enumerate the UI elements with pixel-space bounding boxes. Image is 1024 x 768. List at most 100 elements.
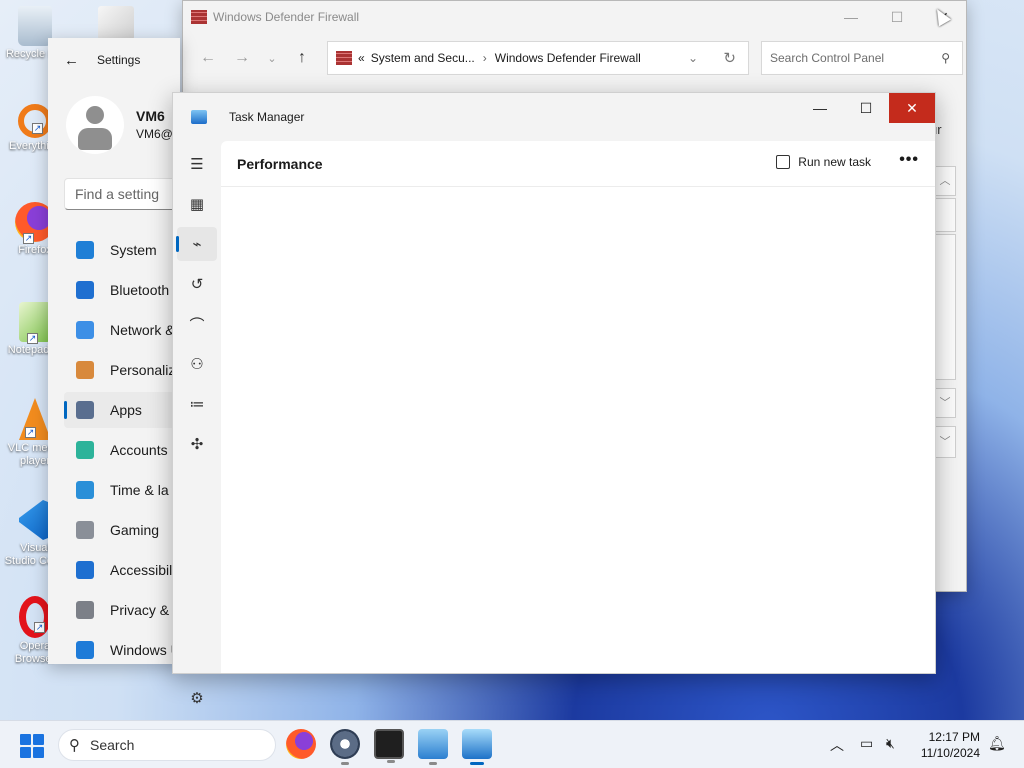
chevron-down-icon[interactable]: ﹀ (934, 426, 956, 458)
settings-nav-label: Privacy & s (110, 602, 180, 618)
user-name: VM6 (136, 108, 165, 124)
performance-nav-button[interactable]: ⌁ (176, 227, 217, 261)
shield-icon (76, 601, 94, 619)
vlc-icon: ↗ (19, 398, 51, 440)
chevron-down-icon[interactable]: ﹀ (934, 388, 956, 418)
find-setting-input[interactable]: Find a setting (64, 178, 180, 210)
shortcut-arrow-icon: ↗ (23, 233, 34, 244)
hamburger-menu-icon: ☰ (190, 156, 204, 173)
up-arrow-icon[interactable]: ↑ (285, 49, 319, 67)
settings-nav-label: Apps (110, 402, 142, 418)
taskbar-control-panel[interactable] (418, 729, 448, 765)
taskbar-settings[interactable] (330, 729, 360, 765)
start-button[interactable] (20, 734, 44, 758)
breadcrumb-firewall[interactable]: Windows Defender Firewall (495, 51, 641, 65)
back-arrow-icon[interactable]: ← (191, 49, 225, 67)
running-indicator (429, 762, 437, 765)
services-icon: ✣ (190, 436, 204, 453)
more-options-button[interactable]: ••• (899, 151, 919, 169)
forward-arrow-icon[interactable]: → (225, 49, 259, 67)
details-nav-button[interactable]: ≔ (177, 387, 217, 421)
users-nav-button[interactable]: ⚇ (177, 347, 217, 381)
taskbar-task-manager[interactable] (462, 729, 492, 765)
startup-apps-nav-button[interactable]: ⌒ (177, 307, 217, 341)
running-indicator (341, 762, 349, 765)
page-title: Performance (237, 155, 323, 172)
task-manager-icon (191, 110, 207, 124)
time-language-icon (76, 481, 94, 499)
settings-nav-item[interactable]: Gaming (64, 512, 180, 548)
shortcut-arrow-icon: ↗ (27, 333, 38, 344)
services-nav-button[interactable]: ✣ (177, 427, 217, 461)
startup-apps-icon: ⌒ (189, 316, 205, 334)
gaming-icon (76, 521, 94, 539)
settings-window[interactable]: ← Settings VM6 VM6@ Find a setting Syste… (48, 38, 180, 664)
shortcut-arrow-icon: ↗ (32, 123, 43, 134)
shortcut-arrow-icon: ↗ (25, 427, 36, 438)
brush-icon (76, 361, 94, 379)
settings-nav-label: Windows U (110, 642, 180, 658)
clock-date: 11/10/2024 (920, 746, 980, 760)
minimize-button[interactable]: — (828, 1, 874, 33)
back-arrow-icon[interactable]: ← (64, 52, 79, 69)
breadcrumb-system-security[interactable]: System and Secu... (371, 51, 475, 65)
run-new-task-button[interactable]: Run new task (776, 155, 871, 169)
taskbar-search-box[interactable]: ⚲ Search (58, 729, 276, 761)
settings-nav-item[interactable]: System (64, 232, 180, 268)
minimize-button[interactable]: — (797, 93, 843, 123)
settings-gear-icon: ⚙ (190, 690, 204, 707)
settings-nav-label: Time & la (110, 482, 169, 498)
active-indicator (470, 762, 484, 765)
chevron-up-icon[interactable]: ︿ (830, 735, 844, 755)
chevron-down-icon[interactable]: ⌄ (688, 51, 698, 65)
user-head-icon (86, 106, 104, 124)
hamburger-menu-nav-button[interactable]: ☰ (177, 147, 217, 181)
network-icon (76, 321, 94, 339)
clock-time: 12:17 PM (928, 730, 980, 744)
avatar[interactable] (66, 96, 124, 154)
settings-nav-item[interactable]: Personaliza (64, 352, 180, 388)
processes-nav-button[interactable]: ▦ (177, 187, 217, 221)
settings-nav-item[interactable]: Accounts (64, 432, 180, 468)
selection-indicator (64, 401, 67, 419)
settings-nav-label: Gaming (110, 522, 160, 538)
settings-nav-item[interactable]: Privacy & s (64, 592, 180, 628)
settings-titlebar: ← Settings (48, 38, 180, 82)
clock[interactable]: 12:17 PM 11/10/2024 (921, 729, 980, 761)
taskbar-firefox[interactable] (286, 729, 316, 759)
settings-nav-item[interactable]: Bluetooth (64, 272, 180, 308)
system-icon (76, 241, 94, 259)
control-panel-search-input[interactable]: Search Control Panel ⚲ (761, 41, 963, 75)
firewall-panel-edge (934, 198, 956, 232)
chevron-up-icon[interactable]: ︿ (934, 166, 956, 196)
recent-dropdown-icon[interactable]: ⌄ (259, 52, 285, 65)
settings-nav-item[interactable]: Apps (64, 392, 180, 428)
task-manager-window[interactable]: Task Manager — ☐ ✕ ☰ ▦ ⌁ ↺ ⌒ ⚇ ≔ ✣ ⚙ Performance… (172, 92, 936, 707)
user-email: VM6@ (136, 127, 173, 141)
settings-nav-label: Bluetooth (110, 282, 170, 298)
taskbar-terminal[interactable] (374, 729, 404, 763)
settings-nav-item[interactable]: Accessibili (64, 552, 180, 588)
settings-nav-item[interactable]: Network & (64, 312, 180, 348)
shortcut-arrow-icon: ↗ (34, 622, 45, 633)
firewall-icon (191, 10, 207, 24)
close-button[interactable]: ✕ (889, 93, 935, 123)
settings-gear-nav-button[interactable]: ⚙ (177, 681, 217, 715)
notification-bell-icon[interactable]: 🔔︎ (988, 735, 1006, 752)
firewall-navbar: ← → ⌄ ↑ « System and Secu... › Windows D… (191, 41, 963, 75)
address-bar[interactable]: « System and Secu... › Windows Defender … (327, 41, 749, 75)
accessibility-icon (76, 561, 94, 579)
windows-update-icon (76, 641, 94, 659)
settings-nav-item[interactable]: Windows U (64, 632, 180, 664)
refresh-icon[interactable]: ↻ (723, 49, 736, 67)
file-icon[interactable] (98, 6, 134, 40)
settings-nav-label: Network & (110, 322, 175, 338)
network-icon[interactable]: ▭ (860, 735, 873, 752)
everything-icon: ↗ (18, 104, 52, 138)
volume-muted-icon[interactable]: 🔇︎ (886, 735, 895, 752)
settings-nav-label: System (110, 242, 157, 258)
maximize-button[interactable]: ☐ (843, 93, 889, 123)
settings-nav-item[interactable]: Time & la (64, 472, 180, 508)
maximize-button[interactable]: ☐ (874, 1, 920, 33)
app-history-nav-button[interactable]: ↺ (177, 267, 217, 301)
